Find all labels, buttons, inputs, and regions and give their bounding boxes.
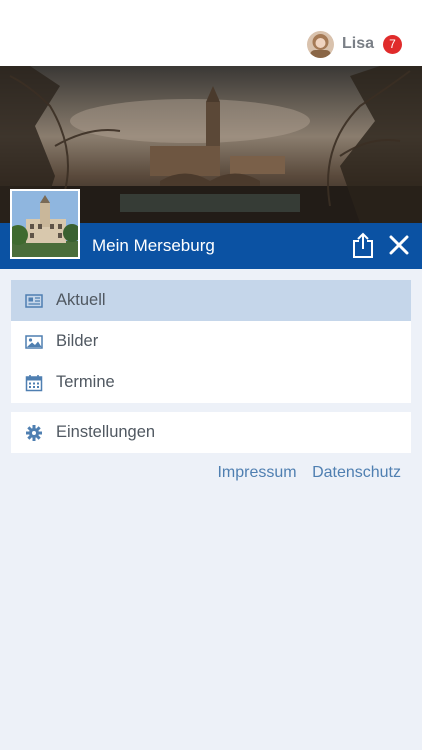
footer-links: Impressum Datenschutz [206, 464, 401, 482]
menu-item-termine[interactable]: Termine [11, 362, 411, 403]
city-title: Mein Merseburg [92, 236, 215, 255]
user-name[interactable]: Lisa [342, 35, 374, 53]
impressum-link[interactable]: Impressum [217, 464, 296, 481]
user-profile[interactable]: Lisa 7 [306, 30, 402, 58]
calendar-icon [25, 375, 43, 392]
close-button[interactable] [388, 234, 410, 256]
menu-item-bilder[interactable]: Bilder [11, 321, 411, 362]
notification-badge[interactable]: 7 [383, 34, 402, 54]
main-menu: Aktuell Bilder Termine [11, 280, 411, 403]
image-icon [25, 335, 43, 349]
menu-item-label: Termine [56, 373, 115, 391]
menu-item-aktuell[interactable]: Aktuell [11, 280, 411, 321]
newspaper-icon [25, 294, 43, 308]
share-button[interactable] [351, 231, 375, 259]
close-icon [389, 235, 409, 255]
user-avatar[interactable] [306, 30, 334, 58]
menu-item-label: Aktuell [56, 291, 106, 309]
gear-icon [26, 425, 42, 441]
settings-menu: Einstellungen [11, 412, 411, 453]
share-icon [353, 232, 373, 258]
menu-item-einstellungen[interactable]: Einstellungen [11, 412, 411, 453]
top-bar: Lisa 7 [0, 0, 422, 66]
menu-item-label: Einstellungen [56, 423, 156, 441]
menu-item-label: Bilder [56, 332, 99, 350]
datenschutz-link[interactable]: Datenschutz [312, 464, 401, 481]
city-thumbnail [10, 189, 80, 259]
